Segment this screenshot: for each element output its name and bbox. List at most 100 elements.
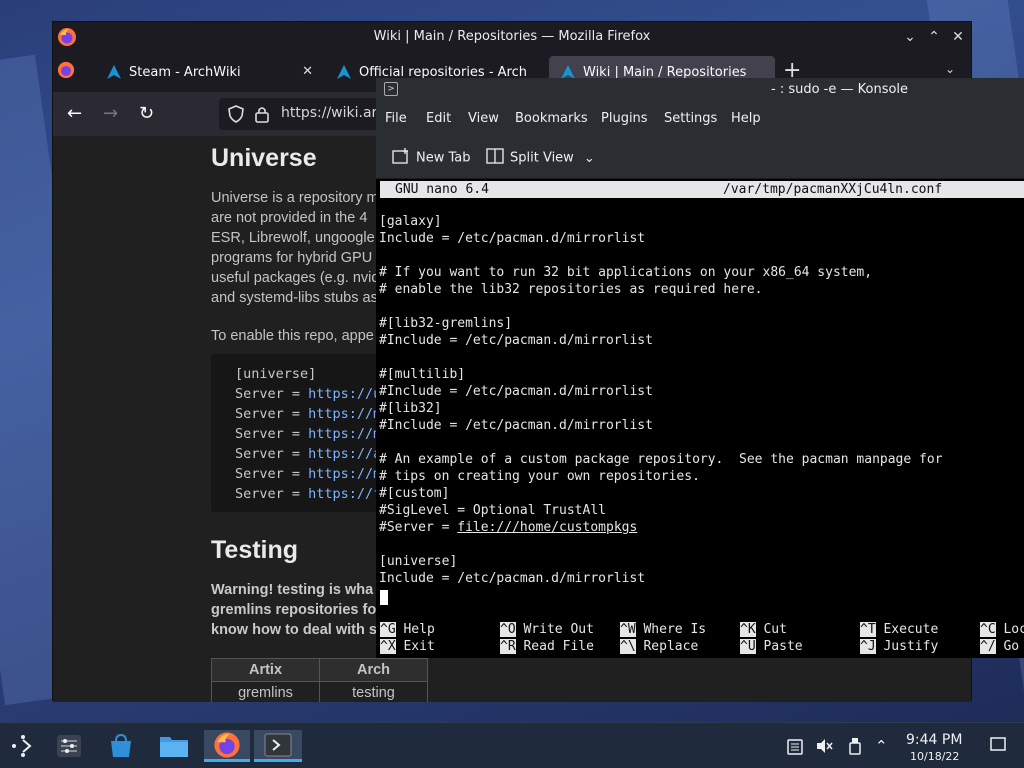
menu-bookmarks[interactable]: Bookmarks — [515, 111, 588, 126]
terminal-area[interactable]: GNU nano 6.4 /var/tmp/pacmanXXjCu4ln.con… — [376, 179, 1024, 658]
config-line: #Include = /etc/pacman.d/mirrorlist — [379, 418, 653, 433]
minimize-button[interactable]: ⌄ — [900, 27, 920, 47]
config-line: #[lib32-gremlins] — [379, 316, 513, 331]
pinned-firefox-tab-icon[interactable] — [57, 61, 75, 83]
code-line: Server = https://f — [235, 486, 382, 502]
menu-edit[interactable]: Edit — [426, 111, 451, 126]
lock-icon[interactable] — [255, 105, 269, 127]
chevron-down-icon[interactable]: ⌄ — [584, 151, 595, 166]
show-desktop-icon[interactable] — [990, 737, 1006, 755]
split-view-button[interactable]: Split View ⌄ — [486, 148, 595, 168]
shortcut-read-file[interactable]: ^R Read File — [500, 638, 594, 655]
nano-filename: /var/tmp/pacmanXXjCu4ln.conf — [723, 182, 943, 197]
shortcut-paste[interactable]: ^U Paste — [740, 638, 803, 655]
menu-file[interactable]: File — [385, 111, 407, 126]
shortcut-write-out[interactable]: ^O Write Out — [500, 621, 594, 638]
table-header: Arch — [319, 658, 428, 682]
terminal-icon: > — [384, 82, 398, 96]
tray-expand-chevron-icon[interactable]: ⌃ — [875, 737, 888, 755]
nano-version: GNU nano 6.4 — [395, 182, 489, 197]
menu-help[interactable]: Help — [731, 111, 761, 126]
forward-arrow-icon[interactable]: → — [103, 104, 118, 124]
shortcut-justify[interactable]: ^J Justify — [860, 638, 938, 655]
shortcut-execute[interactable]: ^T Execute — [860, 621, 938, 638]
back-arrow-icon[interactable]: ← — [67, 104, 82, 124]
shortcut-where-is[interactable]: ^W Where Is — [620, 621, 706, 638]
firefox-taskbar-icon[interactable] — [204, 730, 250, 762]
code-link[interactable]: https://m — [308, 406, 381, 422]
clock-time[interactable]: 9:44 PM — [906, 732, 962, 748]
shortcut-go-to-line[interactable]: ^/ Go — [980, 638, 1019, 655]
menu-plugins[interactable]: Plugins — [601, 111, 648, 126]
konsole-menubar: File Edit View Bookmarks Plugins Setting… — [376, 101, 1024, 135]
close-window-button[interactable]: ✕ — [948, 27, 968, 47]
warning-line: know how to deal with s — [211, 622, 377, 638]
konsole-window-title: - : sudo -e — Konsole — [771, 82, 909, 97]
split-view-label: Split View — [510, 150, 574, 166]
split-view-icon — [486, 148, 504, 168]
app-launcher-icon[interactable] — [4, 730, 42, 762]
config-line: # tips on creating your own repositories… — [379, 469, 700, 484]
table-row: gremlins testing — [211, 681, 428, 702]
code-link[interactable]: https://m — [308, 466, 381, 482]
tab-list-chevron-icon[interactable]: ⌄ — [945, 62, 955, 76]
system-settings-icon[interactable] — [50, 730, 88, 762]
menu-settings[interactable]: Settings — [664, 111, 717, 126]
reload-icon[interactable]: ↻ — [139, 104, 154, 124]
menu-view[interactable]: View — [468, 111, 499, 126]
text-cursor — [380, 590, 388, 605]
code-link[interactable]: https://a — [308, 446, 381, 462]
config-line: # enable the lib32 repositories as requi… — [379, 282, 763, 297]
code-line: Server = https://m — [235, 406, 382, 422]
clipboard-icon[interactable] — [787, 737, 803, 759]
taskbar: ⌃ 9:44 PM 10/18/22 — [0, 722, 1024, 768]
shield-icon[interactable] — [228, 105, 244, 127]
config-line: [galaxy] — [379, 214, 442, 229]
firefox-titlebar: Wiki | Main / Repositories — Mozilla Fir… — [53, 22, 971, 52]
konsole-toolbar: New Tab Split View ⌄ — [376, 135, 1024, 179]
config-line: # An example of a custom package reposit… — [379, 452, 943, 467]
arch-logo-icon — [107, 65, 121, 83]
server-url-link[interactable]: file:///home/custompkgs — [457, 520, 637, 535]
shortcut-location[interactable]: ^C Loc — [980, 621, 1024, 638]
table-cell: testing — [319, 681, 428, 702]
volume-muted-icon[interactable] — [815, 737, 833, 759]
config-line: #[lib32] — [379, 401, 442, 416]
code-link[interactable]: https://f — [308, 486, 381, 502]
konsole-window: > - : sudo -e — Konsole File Edit View B… — [376, 78, 1024, 658]
shortcut-cut[interactable]: ^K Cut — [740, 621, 787, 638]
new-tab-button[interactable]: New Tab — [392, 148, 471, 168]
shortcut-exit[interactable]: ^X Exit — [380, 638, 435, 655]
code-line: Server = https://m — [235, 426, 382, 442]
tab-label: Steam - ArchWiki — [129, 65, 241, 80]
config-line: Include = /etc/pacman.d/mirrorlist — [379, 571, 646, 586]
new-tab-icon — [392, 148, 410, 168]
tab-close-icon[interactable]: ✕ — [302, 64, 313, 79]
table-header: Artix — [211, 658, 320, 682]
code-line: [universe] — [235, 366, 317, 382]
code-link[interactable]: https://u — [308, 386, 381, 402]
shortcut-help[interactable]: ^G Help — [380, 621, 435, 638]
config-line: #[multilib] — [379, 367, 466, 382]
tab-steam-archwiki[interactable]: Steam - ArchWiki ✕ — [95, 56, 321, 90]
config-line: #SigLevel = Optional TrustAll — [379, 503, 606, 518]
new-tab-label: New Tab — [416, 150, 471, 166]
konsole-titlebar: > - : sudo -e — Konsole — [376, 78, 1024, 101]
shortcut-replace[interactable]: ^\ Replace — [620, 638, 698, 655]
clock-date[interactable]: 10/18/22 — [910, 750, 959, 763]
warning-line: Warning! testing is wha — [211, 582, 374, 598]
usb-drive-icon[interactable] — [848, 737, 862, 759]
warning-line: gremlins repositories fo — [211, 602, 377, 618]
table-header-row: Artix Arch — [211, 658, 428, 682]
file-manager-icon[interactable] — [155, 730, 193, 762]
config-line: Include = /etc/pacman.d/mirrorlist — [379, 231, 646, 246]
code-line: Server = https://u — [235, 386, 382, 402]
code-link[interactable]: https://m — [308, 426, 381, 442]
maximize-button[interactable]: ⌃ — [924, 27, 944, 47]
heading-universe: Universe — [211, 144, 317, 172]
url-text: https://wiki.art — [281, 105, 383, 121]
konsole-taskbar-icon[interactable] — [254, 730, 302, 762]
config-line: #[custom] — [379, 486, 450, 501]
discover-store-icon[interactable] — [102, 730, 140, 762]
arch-logo-icon — [337, 65, 351, 83]
